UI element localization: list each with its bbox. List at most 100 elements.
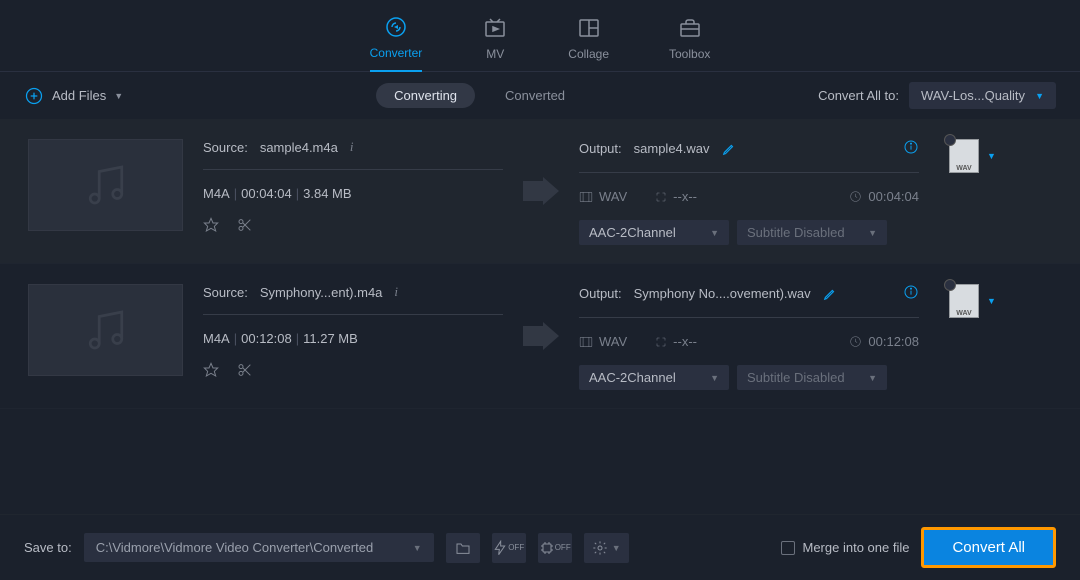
subtitle-select[interactable]: Subtitle Disabled ▼ xyxy=(737,365,887,390)
src-duration: 00:12:08 xyxy=(241,331,292,346)
chevron-down-icon: ▼ xyxy=(710,373,719,383)
tab-mv[interactable]: MV xyxy=(482,15,508,71)
info-circle-icon[interactable] xyxy=(903,284,919,303)
save-path-select[interactable]: C:\Vidmore\Vidmore Video Converter\Conve… xyxy=(84,533,434,562)
output-column: Output: sample4.wav WAV --x-- 00:04:04 A… xyxy=(579,139,919,245)
toolbox-icon xyxy=(677,15,703,41)
tab-label: Converter xyxy=(370,46,423,60)
format-thumbnail[interactable]: WAV xyxy=(949,284,979,318)
convert-all-button[interactable]: Convert All xyxy=(924,530,1053,565)
thumbnail[interactable] xyxy=(28,284,183,376)
chevron-down-icon[interactable]: ▼ xyxy=(987,296,996,306)
checkbox-box xyxy=(781,541,795,555)
source-meta: M4A|00:04:04|3.84 MB xyxy=(203,186,503,201)
file-list: Source: sample4.m4a i M4A|00:04:04|3.84 … xyxy=(0,119,1080,514)
tab-label: Toolbox xyxy=(669,47,710,61)
out-duration: 00:04:04 xyxy=(868,189,919,204)
gpu-button[interactable]: OFF xyxy=(538,533,572,563)
save-to-label: Save to: xyxy=(24,540,72,555)
expand-icon xyxy=(655,336,667,348)
scissors-icon[interactable] xyxy=(237,362,253,378)
open-folder-button[interactable] xyxy=(446,533,480,563)
convert-all-preset-select[interactable]: WAV-Los...Quality ▼ xyxy=(909,82,1056,109)
src-format: M4A xyxy=(203,186,230,201)
info-icon[interactable]: i xyxy=(394,284,398,300)
output-label: Output: xyxy=(579,286,622,301)
chip-icon xyxy=(539,540,555,556)
star-icon[interactable] xyxy=(203,217,219,233)
chevron-down-icon: ▼ xyxy=(114,91,123,101)
src-format: M4A xyxy=(203,331,230,346)
gear-icon xyxy=(592,540,608,556)
tab-label: Collage xyxy=(568,47,609,61)
settings-button[interactable]: ▼ xyxy=(584,533,629,563)
plus-circle-icon xyxy=(24,86,44,106)
subtitle-select[interactable]: Subtitle Disabled ▼ xyxy=(737,220,887,245)
chevron-down-icon: ▼ xyxy=(710,228,719,238)
src-duration: 00:04:04 xyxy=(241,186,292,201)
audio-select[interactable]: AAC-2Channel ▼ xyxy=(579,220,729,245)
out-resolution: --x-- xyxy=(673,189,697,204)
out-resolution: --x-- xyxy=(673,334,697,349)
scissors-icon[interactable] xyxy=(237,217,253,233)
source-label: Source: xyxy=(203,285,248,300)
tab-collage[interactable]: Collage xyxy=(568,15,609,71)
output-filename: sample4.wav xyxy=(634,141,710,156)
chevron-down-icon: ▼ xyxy=(1035,91,1044,101)
divider xyxy=(203,314,503,315)
source-filename: Symphony...ent).m4a xyxy=(260,285,383,300)
out-duration: 00:12:08 xyxy=(868,334,919,349)
converting-label: Converting xyxy=(394,88,457,103)
format-thumbnail[interactable]: WAV xyxy=(949,139,979,173)
top-nav: Converter MV Collage Toolbox xyxy=(0,0,1080,72)
convert-all-wrap: Convert All xyxy=(921,527,1056,568)
file-row: Source: Symphony...ent).m4a i M4A|00:12:… xyxy=(0,264,1080,409)
convert-all-label: Convert All xyxy=(952,539,1025,556)
edit-icon[interactable] xyxy=(823,287,837,301)
audio-value: AAC-2Channel xyxy=(589,370,676,385)
converter-icon xyxy=(383,14,409,40)
tab-converted[interactable]: Converted xyxy=(505,88,565,103)
info-icon[interactable]: i xyxy=(350,139,354,155)
clock-icon xyxy=(849,190,862,203)
fmt-tag: WAV xyxy=(956,165,971,172)
convert-all-to-label: Convert All to: xyxy=(818,88,899,103)
audio-value: AAC-2Channel xyxy=(589,225,676,240)
save-path-value: C:\Vidmore\Vidmore Video Converter\Conve… xyxy=(96,540,373,555)
video-icon xyxy=(579,191,593,203)
source-column: Source: sample4.m4a i M4A|00:04:04|3.84 … xyxy=(203,139,503,233)
subtitle-value: Subtitle Disabled xyxy=(747,225,845,240)
info-circle-icon[interactable] xyxy=(903,139,919,158)
chevron-down-icon[interactable]: ▼ xyxy=(987,151,996,161)
merge-label: Merge into one file xyxy=(803,540,910,555)
sub-bar: Add Files ▼ Converting Converted Convert… xyxy=(0,72,1080,119)
tab-toolbox[interactable]: Toolbox xyxy=(669,15,710,71)
collage-icon xyxy=(576,15,602,41)
edit-icon[interactable] xyxy=(722,142,736,156)
add-files-label: Add Files xyxy=(52,88,106,103)
preset-value: WAV-Los...Quality xyxy=(921,88,1025,103)
music-note-icon xyxy=(79,158,133,212)
source-column: Source: Symphony...ent).m4a i M4A|00:12:… xyxy=(203,284,503,378)
src-size: 11.27 MB xyxy=(303,331,358,346)
add-files-button[interactable]: Add Files ▼ xyxy=(24,86,123,106)
tab-converting[interactable]: Converting xyxy=(376,83,475,108)
chevron-down-icon: ▼ xyxy=(612,543,621,553)
fmt-tag: WAV xyxy=(956,310,971,317)
clock-icon xyxy=(849,335,862,348)
thumbnail[interactable] xyxy=(28,139,183,231)
chevron-down-icon: ▼ xyxy=(868,228,877,238)
star-icon[interactable] xyxy=(203,362,219,378)
hw-accel-button[interactable]: OFF xyxy=(492,533,526,563)
tab-converter[interactable]: Converter xyxy=(370,14,423,72)
arrow-icon xyxy=(523,177,559,208)
format-column: WAV ▼ xyxy=(949,284,996,318)
merge-checkbox[interactable]: Merge into one file xyxy=(781,540,910,555)
subtitle-value: Subtitle Disabled xyxy=(747,370,845,385)
lightning-icon xyxy=(493,540,507,556)
divider xyxy=(579,317,919,318)
audio-select[interactable]: AAC-2Channel ▼ xyxy=(579,365,729,390)
chevron-down-icon: ▼ xyxy=(868,373,877,383)
source-meta: M4A|00:12:08|11.27 MB xyxy=(203,331,503,346)
tab-label: MV xyxy=(486,47,504,61)
